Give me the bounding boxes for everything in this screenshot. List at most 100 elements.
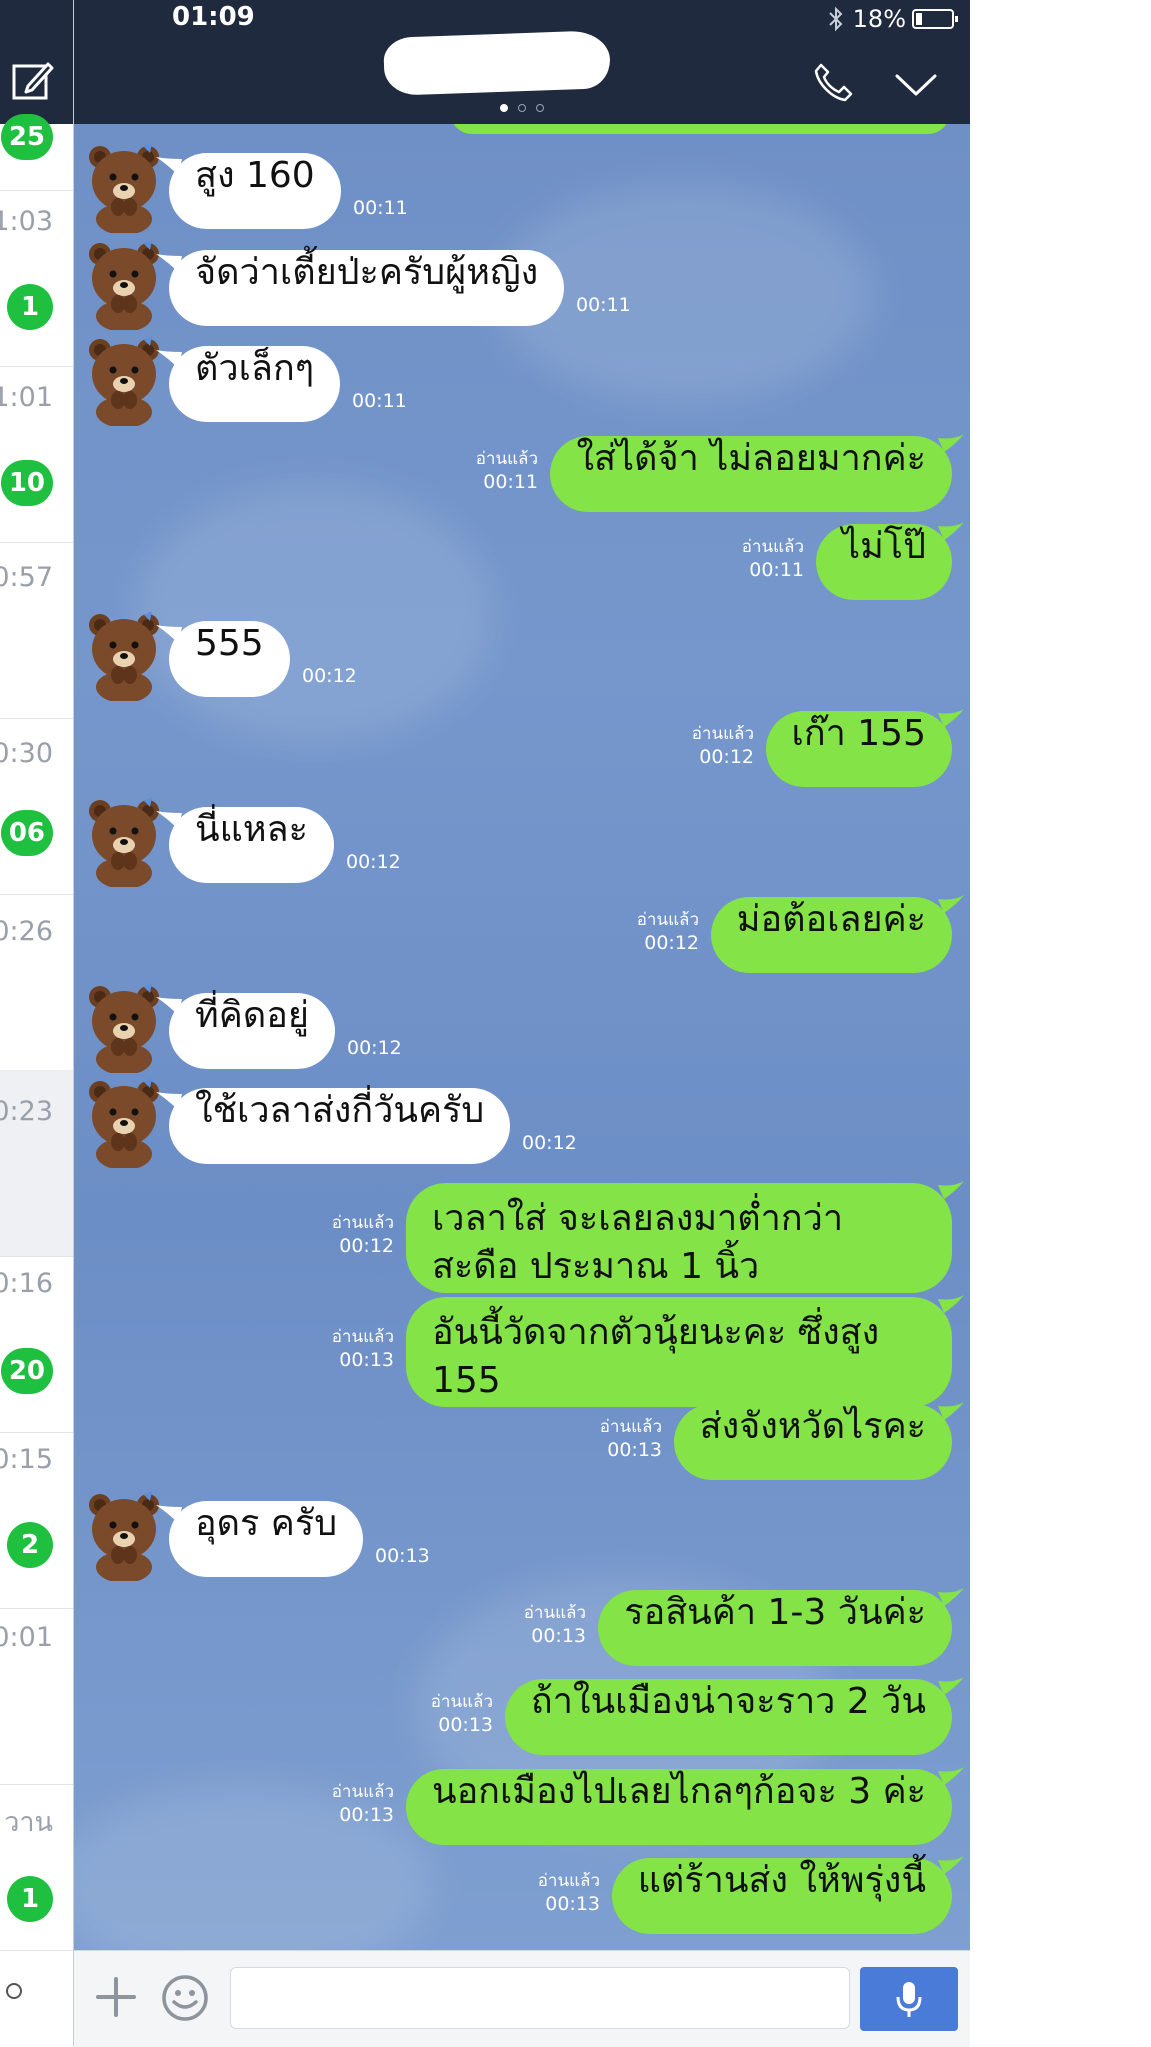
bear-avatar-icon[interactable] xyxy=(84,1076,164,1170)
incoming-message-bubble[interactable]: จัดว่าเตี้ยป่ะครับผู้หญิง xyxy=(169,250,565,326)
read-receipt: อ่านแล้ว xyxy=(741,537,804,557)
outgoing-message-bubble[interactable]: ม่อต้อเลยค่ะ xyxy=(710,897,952,973)
bubble-tail xyxy=(938,709,964,729)
incoming-message-bubble[interactable]: อุดร ครับ xyxy=(169,1501,364,1577)
outgoing-message-bubble[interactable]: รอสินค้า 1-3 วันค่ะ xyxy=(598,1590,952,1666)
read-receipt: อ่านแล้ว xyxy=(537,1871,600,1891)
chat-list-item[interactable]: 0:26 xyxy=(0,894,73,1071)
previous-message-bubble xyxy=(450,124,950,134)
bear-avatar-icon[interactable] xyxy=(84,334,164,428)
read-receipt: อ่านแล้ว xyxy=(523,1603,586,1623)
message-time: 00:12 xyxy=(346,851,401,873)
chat-time: 0:26 xyxy=(0,916,53,947)
chat-list-item[interactable]: 1:03 1 xyxy=(0,190,73,367)
battery-icon xyxy=(912,9,958,29)
read-receipt: อ่านแล้ว xyxy=(691,724,754,744)
incoming-message-bubble[interactable]: ใช้เวลาส่งกี่วันครับ xyxy=(169,1088,511,1164)
outgoing-message-bubble[interactable]: อันนี้วัดจากตัวนุ้ยนะคะ ซึ่งสูง 155 xyxy=(406,1297,952,1407)
outgoing-message-bubble[interactable]: นอกเมืองไปเลยไกลๆก้อจะ 3 ค่ะ xyxy=(405,1769,952,1845)
page-indicator xyxy=(500,104,544,112)
chat-list-item[interactable]: วาน 1 xyxy=(0,1784,73,1951)
bear-avatar-icon[interactable] xyxy=(84,795,164,889)
bluetooth-icon xyxy=(828,6,843,32)
message-read-status: อ่านแล้ว 00:13 xyxy=(332,1326,394,1372)
chat-list-item[interactable]: 1:01 10 xyxy=(0,366,73,543)
chat-list-item[interactable]: 0:23 xyxy=(0,1070,73,1257)
chat-list-item[interactable]: 0:15 2 xyxy=(0,1432,73,1609)
tab-indicator-icon[interactable] xyxy=(6,1983,22,1999)
bubble-tail xyxy=(938,1677,964,1697)
message-time: 00:12 xyxy=(302,665,357,687)
status-indicators: 18% xyxy=(827,4,960,34)
incoming-message-bubble[interactable]: สูง 160 xyxy=(169,153,341,229)
message-input[interactable] xyxy=(230,1967,850,2029)
chat-list-item[interactable]: 0:01 xyxy=(0,1608,73,1785)
message-time: 00:13 xyxy=(531,1625,586,1647)
plus-icon[interactable] xyxy=(94,1975,138,2019)
bear-avatar-icon[interactable] xyxy=(84,981,164,1075)
chat-time: 0:23 xyxy=(0,1096,53,1127)
bear-avatar-icon[interactable] xyxy=(84,238,164,332)
chat-list-header xyxy=(0,0,73,124)
message-time: 00:13 xyxy=(545,1893,600,1915)
compose-icon[interactable] xyxy=(10,60,54,104)
message-time: 00:12 xyxy=(522,1132,577,1154)
bubble-tail xyxy=(938,1295,964,1315)
outgoing-message-bubble[interactable]: เก๊า 155 xyxy=(765,711,952,787)
incoming-message-bubble[interactable]: ตัวเล็กๆ xyxy=(169,346,341,422)
chat-time: 1:01 xyxy=(0,382,53,413)
message-read-status: อ่านแล้ว 00:12 xyxy=(332,1212,394,1258)
unread-badge: 10 xyxy=(0,460,53,506)
chat-time: 0:01 xyxy=(0,1622,53,1653)
outgoing-message-bubble[interactable]: ใส่ได้จ้า ไม่ลอยมากค่ะ xyxy=(550,436,952,512)
chat-title-redacted xyxy=(383,30,611,96)
chat-list-strip: 25 1:03 1 1:01 10 0:57 0:30 06 0:26 0:23… xyxy=(0,0,75,2046)
chevron-down-icon[interactable] xyxy=(894,72,938,98)
unread-badge: 25 xyxy=(0,114,53,160)
bear-avatar-icon[interactable] xyxy=(84,141,164,235)
unread-badge: 1 xyxy=(7,284,53,330)
bear-avatar-icon[interactable] xyxy=(84,1489,164,1583)
unread-badge: 1 xyxy=(7,1876,53,1922)
message-read-status: อ่านแล้ว 00:13 xyxy=(524,1602,586,1648)
message-time: 00:11 xyxy=(749,559,804,581)
chat-list-item[interactable]: 25 xyxy=(0,114,73,191)
message-read-status: อ่านแล้ว 00:13 xyxy=(332,1781,394,1827)
chat-list-item[interactable]: 0:57 xyxy=(0,542,73,719)
message-time: 00:13 xyxy=(375,1545,430,1567)
call-icon[interactable] xyxy=(812,62,854,104)
message-time: 00:13 xyxy=(607,1439,662,1461)
read-receipt: อ่านแล้ว xyxy=(636,910,699,930)
incoming-message-bubble[interactable]: 555 xyxy=(169,621,290,697)
chat-time: 0:15 xyxy=(0,1444,53,1475)
bear-avatar-icon[interactable] xyxy=(84,609,164,703)
bubble-tail xyxy=(156,1505,182,1525)
unread-badge: 06 xyxy=(0,810,53,856)
message-read-status: อ่านแล้ว 00:13 xyxy=(600,1416,662,1462)
message-read-status: อ่านแล้ว 00:12 xyxy=(637,909,699,955)
voice-message-button[interactable] xyxy=(860,1967,958,2031)
message-read-status: อ่านแล้ว 00:13 xyxy=(431,1691,493,1737)
outgoing-message-bubble[interactable]: เวลาใส่ จะเลยลงมาต่ำกว่าสะดือ ประมาณ 1 น… xyxy=(406,1183,952,1293)
page-dot xyxy=(536,104,544,112)
outgoing-message-bubble[interactable]: แต่ร้านส่ง ให้พรุ่งนี้ xyxy=(611,1858,952,1934)
outgoing-message-bubble[interactable]: ถ้าในเมืองน่าจะราว 2 วัน xyxy=(504,1679,952,1755)
message-time: 00:11 xyxy=(353,197,408,219)
message-read-status: อ่านแล้ว 00:11 xyxy=(742,536,804,582)
incoming-message-bubble[interactable]: นี่แหละ xyxy=(169,807,334,883)
bubble-tail xyxy=(156,254,182,274)
emoji-icon[interactable] xyxy=(160,1973,210,2023)
bubble-tail xyxy=(156,1092,182,1112)
background-cloud xyxy=(134,484,494,744)
bubble-tail xyxy=(938,1181,964,1201)
bubble-tail xyxy=(156,811,182,831)
message-time: 00:12 xyxy=(339,1235,394,1257)
message-time: 00:12 xyxy=(644,932,699,954)
chat-list-item[interactable]: 0:16 20 xyxy=(0,1256,73,1433)
battery-percent: 18% xyxy=(852,5,906,33)
outgoing-message-bubble[interactable]: ไม่โป๊ xyxy=(815,524,952,600)
incoming-message-bubble[interactable]: ที่คิดอยู่ xyxy=(169,993,335,1069)
outgoing-message-bubble[interactable]: ส่งจังหวัดไรคะ xyxy=(673,1404,952,1480)
chat-list-item[interactable]: 0:30 06 xyxy=(0,718,73,895)
message-list[interactable]: สูง 160 จัดว่าเตี้ยป่ะครับผู้หญิงตัวเล็กๆ… xyxy=(74,124,970,1950)
